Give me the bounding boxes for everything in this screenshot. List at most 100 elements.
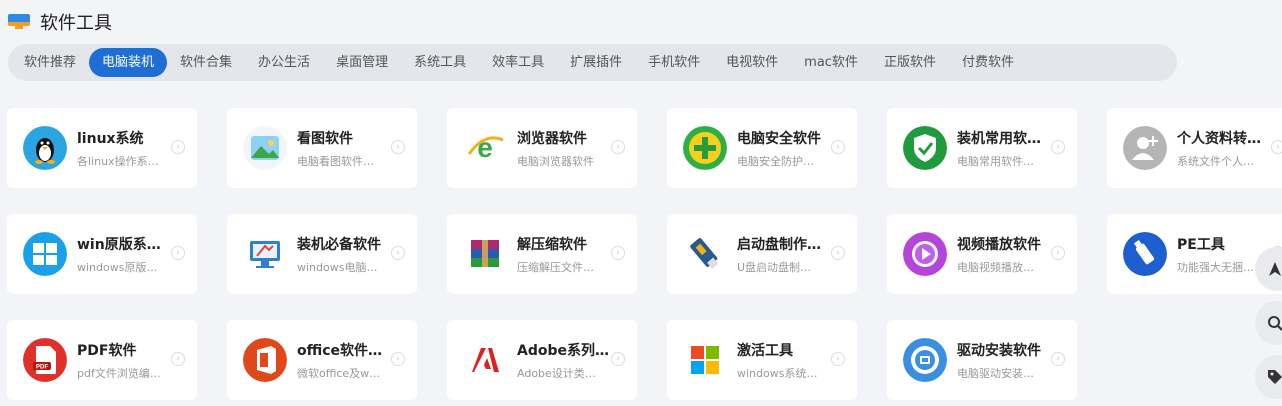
chevron-right-icon: › xyxy=(1271,140,1282,154)
usb-drive-icon xyxy=(683,232,727,276)
tag-icon xyxy=(1268,370,1282,384)
tab-12[interactable]: 付费软件 xyxy=(949,48,1027,77)
software-card[interactable]: 解压缩软件 压缩解压文件… › xyxy=(447,214,637,294)
card-description: windows原版… xyxy=(77,260,158,274)
card-title: PE工具 xyxy=(1177,236,1225,253)
search-button[interactable] xyxy=(1255,301,1282,345)
card-description: 电脑视频播放… xyxy=(957,260,1034,274)
card-title: 激活工具 xyxy=(737,342,793,359)
tab-7[interactable]: 扩展插件 xyxy=(557,48,635,77)
software-card[interactable]: linux系统 各linux操作系… › xyxy=(7,108,197,188)
chevron-right-icon: › xyxy=(611,352,625,366)
card-description: pdf文件浏览编… xyxy=(77,366,161,380)
card-description: 电脑常用软件… xyxy=(957,154,1034,168)
category-tabs: 软件推荐 电脑装机 软件合集 办公生活 桌面管理 系统工具 效率工具 扩展插件 手机软件 电视软件… xyxy=(8,44,1177,81)
card-title: 启动盘制作… xyxy=(737,236,821,253)
card-title: 驱动安装软件 xyxy=(957,342,1041,359)
monitor-icon xyxy=(8,14,30,30)
tag-button[interactable] xyxy=(1255,355,1282,399)
card-description: 微软office及w… xyxy=(297,366,381,380)
chevron-right-icon: › xyxy=(831,140,845,154)
card-title: office软件… xyxy=(297,342,383,359)
software-card[interactable]: PDF PDF软件 pdf文件浏览编… › xyxy=(7,320,197,400)
security-plus-icon xyxy=(683,126,727,170)
chevron-right-icon: › xyxy=(1051,246,1065,260)
windows-logo-icon xyxy=(23,232,67,276)
chevron-right-icon: › xyxy=(611,140,625,154)
card-description: 电脑安全防护… xyxy=(737,154,814,168)
software-card[interactable]: Adobe系列… Adobe设计类… › xyxy=(447,320,637,400)
tab-2[interactable]: 软件合集 xyxy=(167,48,245,77)
office-logo-icon xyxy=(243,338,287,382)
tab-6[interactable]: 效率工具 xyxy=(479,48,557,77)
chevron-right-icon: › xyxy=(1051,140,1065,154)
tab-3[interactable]: 办公生活 xyxy=(245,48,323,77)
tab-4[interactable]: 桌面管理 xyxy=(323,48,401,77)
image-viewer-icon xyxy=(243,126,287,170)
software-card[interactable]: 激活工具 windows系统… › xyxy=(667,320,857,400)
user-add-icon xyxy=(1123,126,1167,170)
windows-color-logo-icon xyxy=(683,338,727,382)
card-title: Adobe系列… xyxy=(517,342,609,359)
card-description: 电脑驱动安装… xyxy=(957,366,1034,380)
tab-10[interactable]: mac软件 xyxy=(791,48,871,77)
svg-text:PDF: PDF xyxy=(36,365,48,371)
card-description: 压缩解压文件… xyxy=(517,260,594,274)
search-icon xyxy=(1268,316,1282,331)
chevron-right-icon: › xyxy=(831,352,845,366)
browser-e-icon: e xyxy=(463,126,507,170)
linux-penguin-icon xyxy=(23,126,67,170)
chevron-right-icon: › xyxy=(391,140,405,154)
card-description: 电脑浏览器软件 xyxy=(517,154,594,168)
card-title: 视频播放软件 xyxy=(957,236,1041,253)
tab-1[interactable]: 电脑装机 xyxy=(89,48,168,77)
archive-books-icon xyxy=(463,232,507,276)
software-card[interactable]: 启动盘制作… U盘启动盘制… › xyxy=(667,214,857,294)
card-title: 浏览器软件 xyxy=(517,130,587,147)
chevron-right-icon: › xyxy=(391,352,405,366)
tab-11[interactable]: 正版软件 xyxy=(871,48,949,77)
card-title: 装机常用软… xyxy=(957,130,1041,147)
software-card[interactable]: 装机必备软件 windows电脑… › xyxy=(227,214,417,294)
card-description: U盘启动盘制… xyxy=(737,260,812,274)
software-card[interactable]: e 浏览器软件 电脑浏览器软件 › xyxy=(447,108,637,188)
software-card[interactable]: 驱动安装软件 电脑驱动安装… › xyxy=(887,320,1077,400)
tab-0[interactable]: 软件推荐 xyxy=(14,48,89,77)
software-card[interactable]: 看图软件 电脑看图软件… › xyxy=(227,108,417,188)
card-title: PDF软件 xyxy=(77,342,137,359)
card-title: 个人资料转… xyxy=(1177,130,1261,147)
card-title: win原版系… xyxy=(77,236,161,253)
page-header: 软件工具 xyxy=(8,10,112,34)
chevron-right-icon: › xyxy=(391,246,405,260)
pdf-file-icon: PDF xyxy=(23,338,67,382)
software-card[interactable]: PE工具 功能强大无捆… › xyxy=(1107,214,1282,294)
card-description: 电脑看图软件… xyxy=(297,154,374,168)
card-description: Adobe设计类… xyxy=(517,366,596,380)
card-description: 各linux操作系… xyxy=(77,154,159,168)
adobe-logo-icon xyxy=(463,338,507,382)
chevron-right-icon: › xyxy=(611,246,625,260)
card-title: 解压缩软件 xyxy=(517,236,587,253)
card-description: windows系统… xyxy=(737,366,818,380)
monitor-tools-icon xyxy=(243,232,287,276)
chevron-right-icon: › xyxy=(171,140,185,154)
software-card[interactable]: 个人资料转… 系统文件个人… › xyxy=(1107,108,1282,188)
software-card[interactable]: 装机常用软… 电脑常用软件… › xyxy=(887,108,1077,188)
page-title: 软件工具 xyxy=(40,13,112,34)
tab-5[interactable]: 系统工具 xyxy=(401,48,479,77)
software-card[interactable]: 视频播放软件 电脑视频播放… › xyxy=(887,214,1077,294)
driver-gear-icon xyxy=(903,338,947,382)
tab-8[interactable]: 手机软件 xyxy=(635,48,713,77)
chevron-right-icon: › xyxy=(171,352,185,366)
chevron-right-icon: › xyxy=(171,246,185,260)
software-card[interactable]: 电脑安全软件 电脑安全防护… › xyxy=(667,108,857,188)
usb-stick-icon xyxy=(1123,232,1167,276)
chevron-right-icon: › xyxy=(831,246,845,260)
tab-9[interactable]: 电视软件 xyxy=(713,48,791,77)
card-description: windows电脑… xyxy=(297,260,378,274)
chevron-right-icon: › xyxy=(1051,352,1065,366)
navigate-arrow-icon xyxy=(1269,262,1281,276)
card-description: 系统文件个人… xyxy=(1177,154,1254,168)
software-card[interactable]: office软件… 微软office及w… › xyxy=(227,320,417,400)
software-card[interactable]: win原版系… windows原版… › xyxy=(7,214,197,294)
